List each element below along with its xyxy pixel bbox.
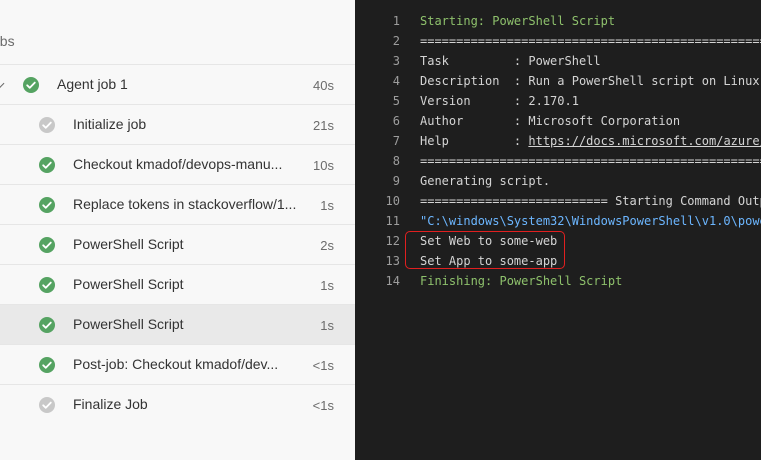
log-line: 7 Help : https://docs.microsoft.com/azure… <box>355 131 761 151</box>
log-line-text: Generating script. <box>420 174 551 188</box>
line-number: 5 <box>392 94 400 108</box>
job-row-agent-job-1[interactable]: Agent job 1 40s <box>0 64 355 104</box>
step-label: PowerShell Script <box>73 316 184 332</box>
step-duration: <1s <box>312 358 334 373</box>
log-line: 9 Generating script. <box>355 171 761 191</box>
line-number: 13 <box>385 254 400 268</box>
jobs-panel: obs Agent job 1 40s Initialize job 21s Che… <box>0 0 355 460</box>
step-duration: 21s <box>313 118 334 133</box>
log-line: 6 Author : Microsoft Corporation <box>355 111 761 131</box>
jobs-title: obs <box>0 33 15 49</box>
line-number: 8 <box>392 154 400 168</box>
log-line-text: Starting: PowerShell Script <box>420 14 616 28</box>
log-panel: 1 Starting: PowerShell Script 2 ===========… <box>355 0 761 460</box>
step-duration: 2s <box>320 238 334 253</box>
line-number: 1 <box>392 14 400 28</box>
log-line: 4 Description : Run a PowerShell script o… <box>355 71 761 91</box>
help-prefix: Help : <box>420 134 529 148</box>
step-duration: 1s <box>320 198 334 213</box>
log-line-text: Task : PowerShell <box>420 54 601 68</box>
log-line: 3 Task : PowerShell <box>355 51 761 71</box>
success-check-icon <box>39 157 55 173</box>
line-number: 11 <box>385 214 400 228</box>
line-number: 9 <box>392 174 400 188</box>
log-line: 5 Version : 2.170.1 <box>355 91 761 111</box>
success-check-icon <box>39 317 55 333</box>
log-line-text: "C:\windows\System32\WindowsPowerShell\v… <box>420 214 761 228</box>
line-number: 12 <box>385 234 400 248</box>
step-duration: <1s <box>312 398 334 413</box>
line-number: 3 <box>392 54 400 68</box>
job-duration: 40s <box>313 78 334 93</box>
step-label: PowerShell Script <box>73 236 184 252</box>
log-line: 1 Starting: PowerShell Script <box>355 11 761 31</box>
step-row[interactable]: PowerShell Script 2s <box>0 224 355 264</box>
log-line-text: ========================================… <box>420 154 761 168</box>
chevron-down-icon[interactable] <box>0 78 5 89</box>
step-row[interactable]: Finalize Job <1s <box>0 384 355 424</box>
step-label: PowerShell Script <box>73 276 184 292</box>
line-number: 4 <box>392 74 400 88</box>
log-line: 10 ========================== Starting Co… <box>355 191 761 211</box>
step-row[interactable]: Post-job: Checkout kmadof/dev... <1s <box>0 344 355 384</box>
line-number: 7 <box>392 134 400 148</box>
help-link[interactable]: https://docs.microsoft.com/azure/devops/… <box>528 134 761 148</box>
log-line: 2 =======================================… <box>355 31 761 51</box>
log-line: 11 "C:\windows\System32\WindowsPowerShell… <box>355 211 761 231</box>
step-duration: 10s <box>313 158 334 173</box>
success-check-icon <box>39 357 55 373</box>
log-line-text: Help : https://docs.microsoft.com/azure/… <box>420 134 761 148</box>
log-line-text: Version : 2.170.1 <box>420 94 579 108</box>
step-row[interactable]: Initialize job 21s <box>0 104 355 144</box>
line-number: 10 <box>385 194 400 208</box>
success-check-icon <box>39 237 55 253</box>
step-label: Checkout kmadof/devops-manu... <box>73 156 283 172</box>
step-label: Initialize job <box>73 116 147 132</box>
jobs-header: obs <box>0 24 355 58</box>
step-label: Finalize Job <box>73 396 148 412</box>
log-line-text: Finishing: PowerShell Script <box>420 274 623 288</box>
step-row[interactable]: PowerShell Script 1s <box>0 304 355 344</box>
skipped-check-icon <box>39 397 55 413</box>
step-label: Replace tokens in stackoverflow/1... <box>73 196 297 212</box>
log-line-text: ========================================… <box>420 34 761 48</box>
success-check-icon <box>39 277 55 293</box>
log-line: 14 Finishing: PowerShell Script <box>355 271 761 291</box>
success-check-icon <box>23 77 39 93</box>
step-row[interactable]: Checkout kmadof/devops-manu... 10s <box>0 144 355 184</box>
job-label: Agent job 1 <box>57 76 128 92</box>
success-check-icon <box>39 197 55 213</box>
step-duration: 1s <box>320 278 334 293</box>
step-duration: 1s <box>320 318 334 333</box>
log-line-text: ========================== Starting Comm… <box>420 194 761 208</box>
line-number: 6 <box>392 114 400 128</box>
step-row[interactable]: PowerShell Script 1s <box>0 264 355 304</box>
log-line: 8 =======================================… <box>355 151 761 171</box>
step-row[interactable]: Replace tokens in stackoverflow/1... 1s <box>0 184 355 224</box>
skipped-check-icon <box>39 117 55 133</box>
step-label: Post-job: Checkout kmadof/dev... <box>73 356 279 372</box>
line-number: 14 <box>385 274 400 288</box>
line-number: 2 <box>392 34 400 48</box>
highlight-annotation-box <box>405 231 565 269</box>
log-line-text: Description : Run a PowerShell script on… <box>420 74 761 88</box>
log-line-text: Author : Microsoft Corporation <box>420 114 681 128</box>
